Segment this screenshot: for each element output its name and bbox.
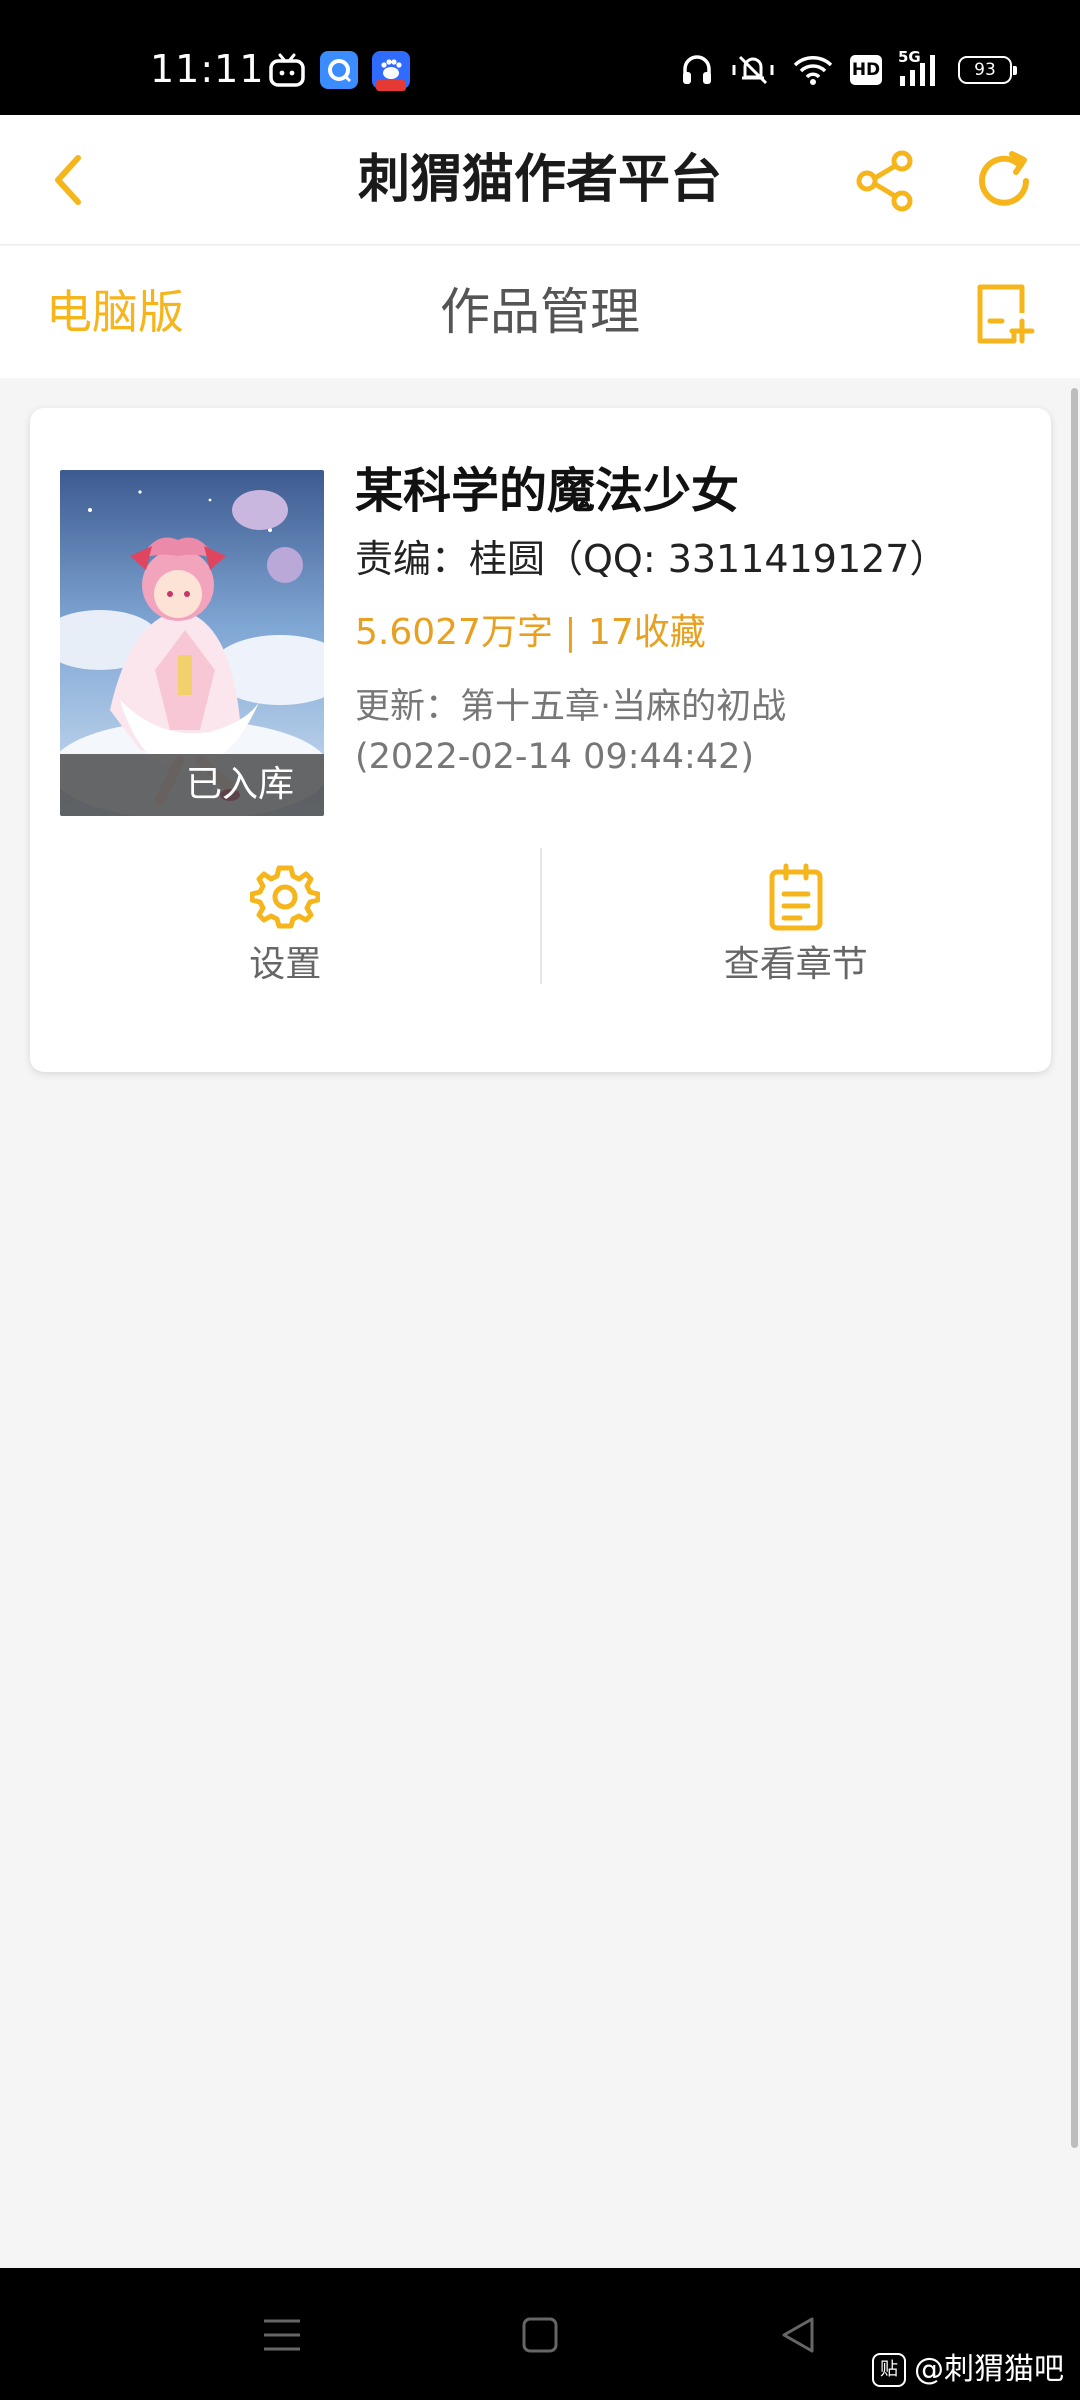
back-triangle-icon bbox=[782, 2317, 814, 2353]
signal-icon: 5G bbox=[898, 48, 942, 88]
baidu-icon bbox=[372, 51, 410, 91]
refresh-icon bbox=[979, 151, 1029, 206]
new-work-button[interactable] bbox=[968, 278, 1040, 350]
tieba-logo-icon: 贴 bbox=[872, 2353, 906, 2387]
sub-header: 电脑版 作品管理 bbox=[0, 246, 1080, 378]
settings-label: 设置 bbox=[249, 944, 322, 985]
update-time: (2022-02-14 09:44:42) bbox=[355, 737, 755, 777]
watermark: 贴 @刺猬猫吧 bbox=[872, 2350, 1064, 2390]
work-card[interactable]: 已入库 某科学的魔法少女 责编：桂圆（QQ: 3311419127） 5.602… bbox=[30, 408, 1051, 1072]
notification-icons bbox=[268, 50, 410, 91]
new-work-icon bbox=[977, 284, 1035, 344]
system-back-button[interactable] bbox=[768, 2312, 828, 2358]
tv-icon bbox=[269, 53, 305, 87]
menu-icon bbox=[264, 2319, 300, 2351]
system-icons: HD 5G 93 bbox=[680, 48, 1017, 90]
update-chapter: 更新：第十五章·当麻的初战 bbox=[355, 687, 787, 727]
work-title[interactable]: 某科学的魔法少女 bbox=[355, 458, 1031, 524]
recent-apps-button[interactable] bbox=[252, 2312, 312, 2358]
home-button[interactable] bbox=[510, 2312, 570, 2358]
battery-icon: 93 bbox=[958, 56, 1017, 84]
section-title: 作品管理 bbox=[440, 283, 640, 341]
app-header: 刺猬猫作者平台 bbox=[0, 115, 1080, 245]
share-button[interactable] bbox=[850, 146, 920, 216]
scrollbar-thumb[interactable] bbox=[1071, 388, 1078, 2148]
settings-button[interactable]: 设置 bbox=[30, 848, 541, 988]
view-chapters-label: 查看章节 bbox=[723, 944, 868, 985]
wifi-icon bbox=[793, 56, 833, 85]
work-info: 某科学的魔法少女 责编：桂圆（QQ: 3311419127） 5.6027万字 … bbox=[355, 458, 1031, 782]
status-bar: 11:11 HD 5G 93 bbox=[0, 0, 1080, 115]
card-actions: 设置 查看章节 bbox=[30, 848, 1051, 988]
view-chapters-button[interactable]: 查看章节 bbox=[541, 848, 1052, 988]
work-stats: 5.6027万字 | 17收藏 bbox=[355, 612, 706, 653]
book-cover[interactable]: 已入库 bbox=[60, 470, 324, 816]
refresh-button[interactable] bbox=[970, 146, 1040, 216]
status-time: 11:11 bbox=[150, 47, 265, 91]
clipboard-list-icon bbox=[759, 860, 833, 934]
scrollbar[interactable] bbox=[1068, 388, 1080, 2148]
browser-icon bbox=[320, 51, 358, 89]
gear-icon bbox=[248, 860, 322, 934]
vibrate-mute-icon bbox=[732, 55, 774, 85]
work-editor: 责编：桂圆（QQ: 3311419127） bbox=[355, 537, 948, 581]
watermark-text: @刺猬猫吧 bbox=[914, 2352, 1064, 2387]
headphones-icon bbox=[683, 55, 711, 84]
work-update: 更新：第十五章·当麻的初战 (2022-02-14 09:44:42) bbox=[355, 682, 1031, 782]
status-badge: 已入库 bbox=[60, 754, 324, 816]
home-square-icon bbox=[522, 2317, 558, 2353]
share-icon bbox=[856, 150, 913, 212]
hd-icon: HD bbox=[850, 55, 882, 85]
